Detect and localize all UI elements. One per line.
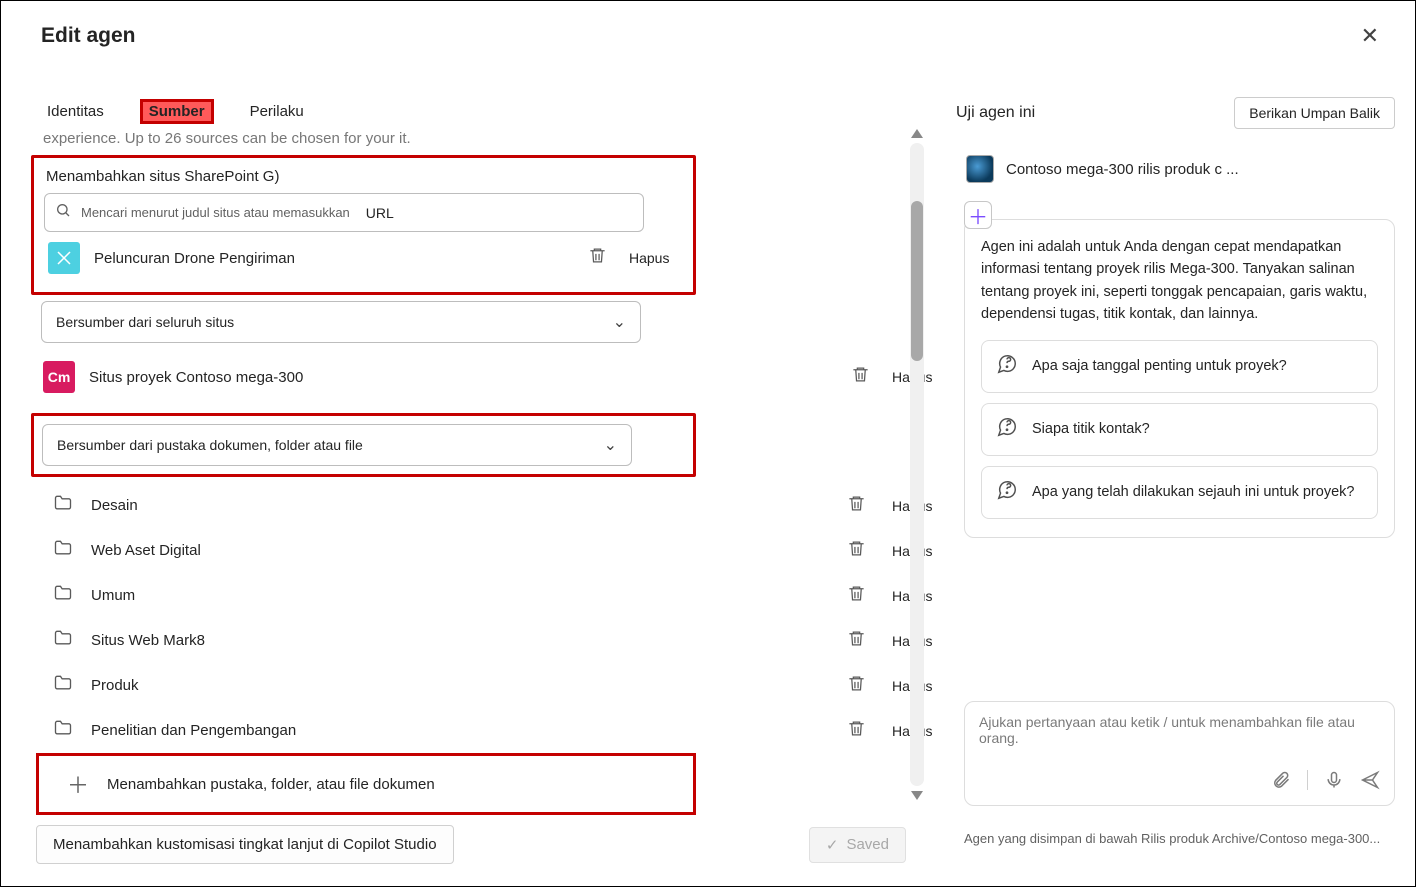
trash-icon[interactable] (847, 494, 866, 518)
advanced-customization-button[interactable]: Menambahkan kustomisasi tingkat lanjut d… (36, 825, 454, 864)
agent-icon (966, 155, 994, 183)
suggestion-text: Apa yang telah dilakukan sejauh ini untu… (1032, 482, 1354, 502)
scroll-down-icon[interactable] (911, 791, 923, 800)
page-title: Edit agen (41, 24, 136, 48)
trash-icon[interactable] (847, 719, 866, 743)
folder-icon (53, 673, 73, 698)
chat-placeholder: Ajukan pertanyaan atau ketik / untuk men… (979, 714, 1380, 746)
saved-label: Saved (846, 836, 889, 853)
suggestion-3[interactable]: Apa yang telah dilakukan sejauh ini untu… (981, 466, 1378, 519)
folder-item: Penelitian dan Pengembangan Hapus (49, 708, 946, 753)
chevron-down-icon: ⌄ (604, 435, 617, 455)
folder-label: Penelitian dan Pengembangan (91, 722, 639, 739)
add-library-label: Menambahkan pustaka, folder, atau file d… (107, 776, 435, 793)
highlight-add-site: Menambahkan situs SharePoint G) Mencari … (31, 155, 696, 295)
site-icon: Cm (43, 361, 75, 393)
trash-icon[interactable] (851, 365, 870, 389)
tab-identity[interactable]: Identitas (41, 99, 110, 124)
folder-icon (53, 493, 73, 518)
save-location-note: Agen yang disimpan di bawah Rilis produk… (964, 831, 1395, 846)
test-agent-title: Uji agen ini (956, 104, 1035, 122)
folder-item: Umum Hapus (49, 573, 946, 618)
agent-intro-card: Agen ini adalah untuk Anda dengan cepat … (964, 219, 1395, 538)
site-label: Peluncuran Drone Pengiriman (94, 250, 574, 267)
close-button[interactable]: ✕ (1353, 19, 1387, 53)
site-item-contoso: Cm Situs proyek Contoso mega-300 Hapus (39, 351, 946, 403)
folder-label: Situs Web Mark8 (91, 632, 554, 649)
suggestion-text: Siapa titik kontak? (1032, 419, 1150, 439)
site-search-input[interactable]: Mencari menurut judul situs atau memasuk… (44, 193, 644, 232)
trash-icon[interactable] (847, 539, 866, 563)
search-icon (55, 202, 71, 223)
site-label: Situs proyek Contoso mega-300 (89, 369, 657, 386)
select-label: Bersumber dari seluruh situs (56, 314, 234, 330)
divider (1307, 770, 1308, 790)
trash-icon[interactable] (847, 674, 866, 698)
folder-label: Produk (91, 677, 489, 694)
suggestion-2[interactable]: Siapa titik kontak? (981, 403, 1378, 456)
url-label: URL (366, 205, 394, 221)
source-scope-select-2[interactable]: Bersumber dari pustaka dokumen, folder a… (42, 424, 632, 466)
suggestion-1[interactable]: Apa saja tanggal penting untuk proyek? (981, 340, 1378, 393)
send-icon[interactable] (1360, 770, 1380, 795)
folder-icon (53, 718, 73, 743)
scroll-up-icon[interactable] (911, 129, 923, 138)
folder-label: Umum (91, 587, 489, 604)
plus-icon: ＋ (67, 768, 89, 800)
chat-question-icon (996, 416, 1018, 443)
trash-icon[interactable] (588, 246, 607, 270)
chat-question-icon (996, 353, 1018, 380)
chat-question-icon (996, 479, 1018, 506)
attach-icon[interactable] (1271, 770, 1291, 795)
give-feedback-button[interactable]: Berikan Umpan Balik (1234, 97, 1395, 129)
source-scope-select-1[interactable]: Bersumber dari seluruh situs ⌄ (41, 301, 641, 343)
truncated-intro-text: experience. Up to 26 sources can be chos… (31, 124, 946, 151)
check-icon: ✓ (826, 836, 839, 854)
agent-chip[interactable]: Contoso mega-300 rilis produk c ... (956, 151, 1395, 187)
highlight-source-select: Bersumber dari pustaka dokumen, folder a… (31, 413, 696, 477)
folder-icon (53, 628, 73, 653)
folder-item: Web Aset Digital Hapus (49, 528, 946, 573)
chat-input[interactable]: Ajukan pertanyaan atau ketik / untuk men… (964, 701, 1395, 806)
mic-icon[interactable] (1324, 770, 1344, 795)
search-placeholder: Mencari menurut judul situs atau memasuk… (81, 205, 350, 220)
tab-sources[interactable]: Sumber (140, 99, 214, 124)
chevron-down-icon: ⌄ (613, 312, 626, 332)
folder-label: Desain (91, 497, 489, 514)
folder-icon (53, 538, 73, 563)
site-item-drone: Peluncuran Drone Pengiriman Hapus (44, 232, 683, 284)
agent-name: Contoso mega-300 rilis produk c ... (1006, 161, 1239, 178)
site-icon (48, 242, 80, 274)
tab-behavior[interactable]: Perilaku (244, 99, 310, 124)
folder-item: Desain Hapus (49, 483, 946, 528)
new-chat-button[interactable]: ＋ (964, 201, 992, 229)
scrollbar-thumb[interactable] (911, 201, 923, 361)
folder-item: Produk Hapus (49, 663, 946, 708)
trash-icon[interactable] (847, 629, 866, 653)
select-label: Bersumber dari pustaka dokumen, folder a… (57, 437, 363, 453)
folder-item: Situs Web Mark8 Hapus (49, 618, 946, 663)
folder-label: Web Aset Digital (91, 542, 554, 559)
highlight-add-library[interactable]: ＋ Menambahkan pustaka, folder, atau file… (36, 753, 696, 815)
folder-icon (53, 583, 73, 608)
suggestion-text: Apa saja tanggal penting untuk proyek? (1032, 356, 1287, 376)
scrollbar[interactable] (910, 143, 924, 786)
trash-icon[interactable] (847, 584, 866, 608)
add-site-label: Menambahkan situs SharePoint G) (44, 164, 683, 193)
agent-description: Agen ini adalah untuk Anda dengan cepat … (981, 236, 1378, 326)
saved-status: ✓ Saved (809, 827, 906, 863)
delete-label[interactable]: Hapus (629, 250, 679, 266)
